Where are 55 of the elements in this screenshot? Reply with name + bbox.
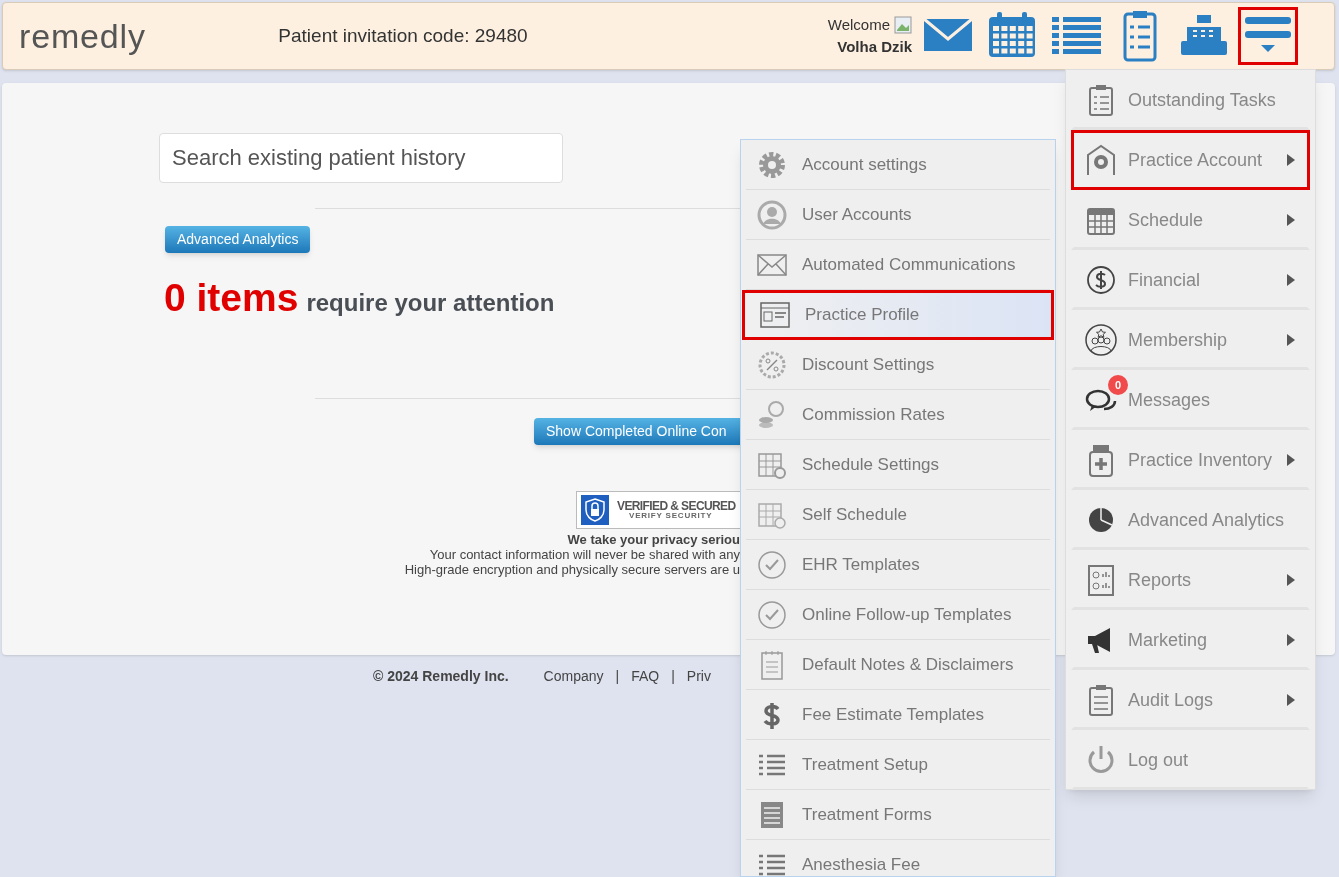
menu-item[interactable]: Practice Inventory (1071, 430, 1310, 490)
footer-link[interactable]: FAQ (631, 666, 660, 687)
privacy-text: High-grade encryption and physically secure servers are u (404, 562, 740, 577)
house-gear-icon (1084, 143, 1118, 177)
welcome-label: Welcome (827, 14, 890, 35)
menu-item[interactable]: Audit Logs (1071, 670, 1310, 730)
submenu-item[interactable]: User Accounts (746, 190, 1050, 240)
menu-item[interactable]: Outstanding Tasks (1071, 70, 1310, 130)
menu-item[interactable]: Membership (1071, 310, 1310, 370)
invitation-code: Patient invitation code: 29480 (278, 23, 528, 48)
submenu-item[interactable]: Commission Rates (746, 390, 1050, 440)
attention-text: require your attention (306, 288, 555, 318)
privacy-heading: We take your privacy seriou (567, 532, 740, 547)
check-circle-icon (756, 598, 788, 631)
submenu-item[interactable]: Anesthesia Fee (746, 840, 1050, 876)
footer-link[interactable]: Company (543, 666, 604, 687)
submenu-item[interactable]: Account settings (746, 140, 1050, 190)
separator: | (671, 667, 675, 686)
menu-item[interactable]: Messages 0 (1071, 370, 1310, 430)
logo[interactable]: remedly (19, 19, 146, 53)
menu-item[interactable]: Log out (1071, 730, 1310, 790)
badge-subtitle: VERIFY SECURITY (629, 512, 714, 520)
submenu-item[interactable]: Treatment Setup (746, 740, 1050, 790)
footer-link[interactable]: Priv (686, 666, 711, 687)
submenu-item[interactable]: Schedule Settings (746, 440, 1050, 490)
advanced-analytics-button[interactable]: Advanced Analytics (165, 226, 311, 253)
menu-item[interactable]: Financial (1071, 250, 1310, 310)
privacy-text: Your contact information will never be shared with any (429, 547, 740, 562)
check-circle-icon (756, 548, 788, 581)
submenu-item[interactable]: Treatment Forms (746, 790, 1050, 840)
attention-count: 0 items (164, 275, 299, 321)
menu-item[interactable]: Advanced Analytics (1071, 490, 1310, 550)
user-name[interactable]: Volha Dzik (837, 36, 912, 59)
copyright-text: © 2024 Remedly Inc. (373, 667, 509, 686)
user-circle-icon (756, 198, 788, 231)
broken-image-icon (894, 15, 912, 34)
unread-badge: 0 (1108, 375, 1128, 395)
dollar-icon (1084, 263, 1118, 297)
padlock-shield-icon (581, 495, 609, 525)
submenu-item[interactable]: Self Schedule (746, 490, 1050, 540)
menu-item[interactable]: Practice Account (1071, 130, 1310, 190)
submenu-item[interactable]: Default Notes & Disclaimers (746, 640, 1050, 690)
submenu-item[interactable]: Practice Profile (742, 290, 1054, 340)
menu-icon[interactable] (1238, 7, 1298, 65)
menu-item[interactable]: Reports (1071, 550, 1310, 610)
menu-item[interactable]: Marketing (1071, 610, 1310, 670)
submenu-item[interactable]: EHR Templates (746, 540, 1050, 590)
profile-card-icon (759, 299, 791, 331)
search-field[interactable]: Search existing patient history (159, 133, 563, 183)
menu-item[interactable]: Schedule (1071, 190, 1310, 250)
submenu-item[interactable]: Online Follow-up Templates (746, 590, 1050, 640)
badge-title: VERIFIED & SECURED (617, 500, 736, 512)
submenu-item[interactable]: Fee Estimate Templates (746, 690, 1050, 740)
submenu-item[interactable]: Discount Settings (746, 340, 1050, 390)
separator: | (615, 667, 620, 686)
